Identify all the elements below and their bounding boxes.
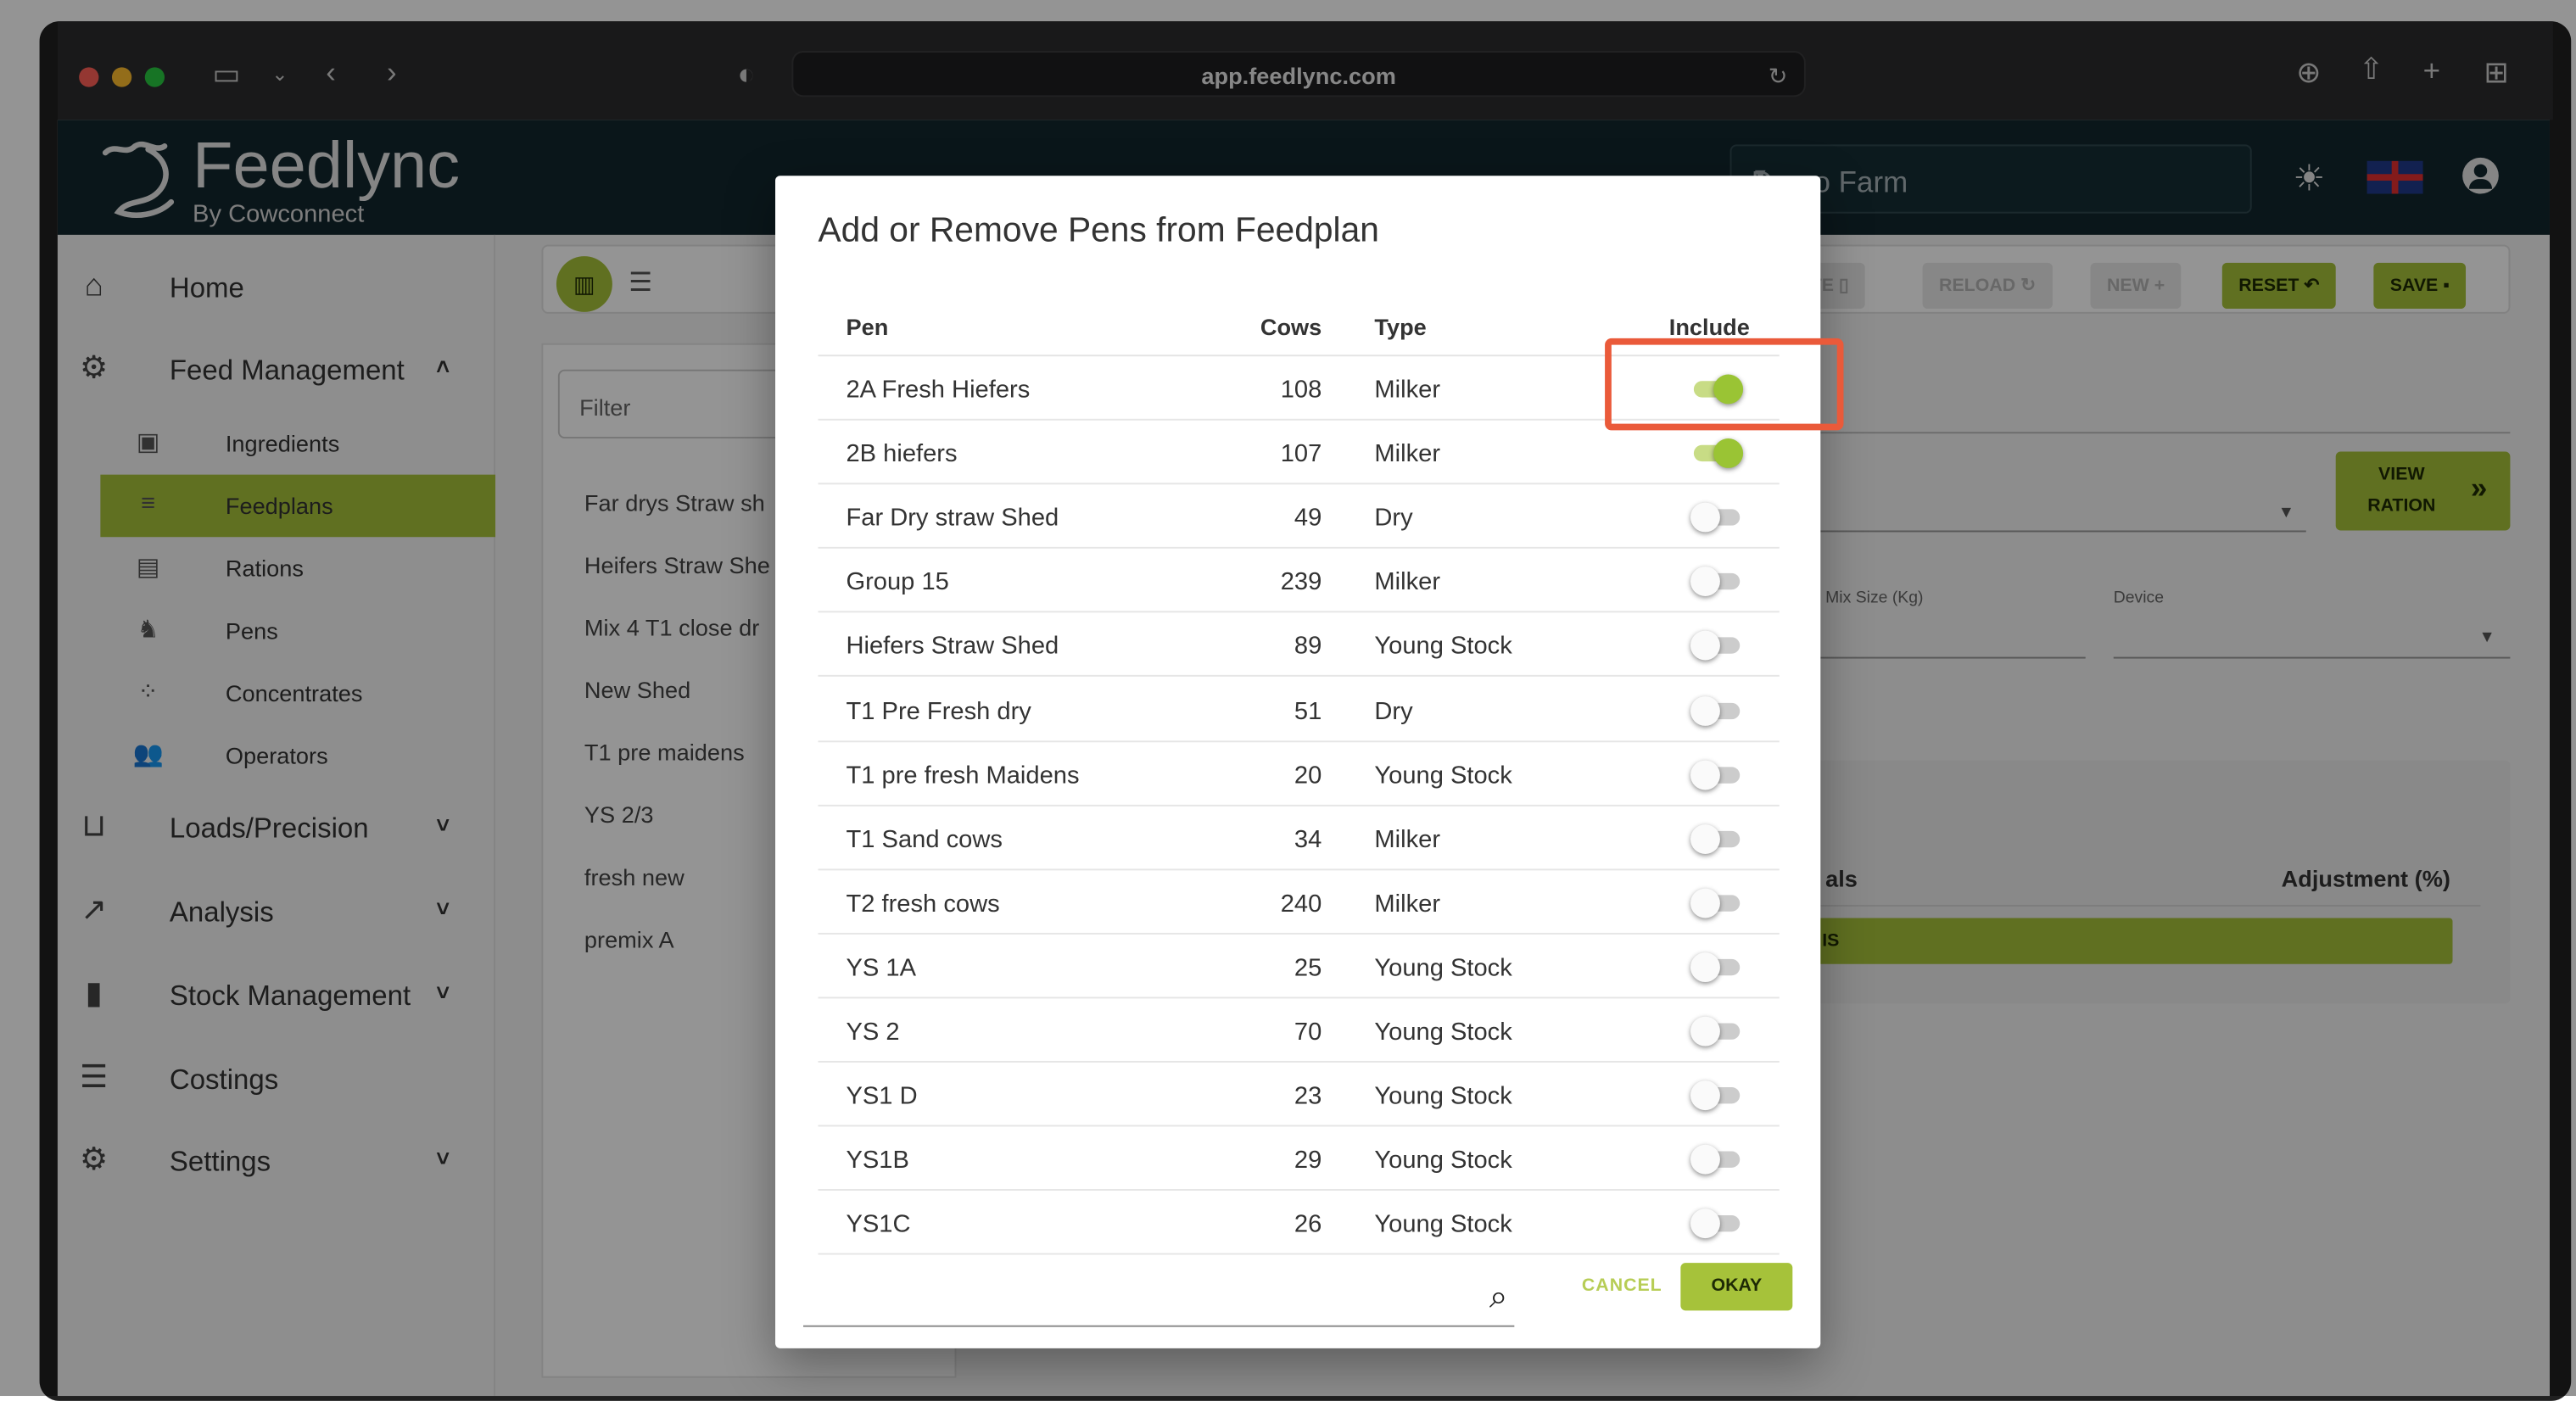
pen-cows: 23 xyxy=(1294,1082,1322,1111)
pen-cows: 49 xyxy=(1294,504,1322,533)
include-toggle[interactable] xyxy=(1690,567,1743,597)
include-toggle[interactable] xyxy=(1690,695,1743,725)
pen-name: T2 fresh cows xyxy=(846,890,1000,918)
column-header-pen: Pen xyxy=(846,313,889,340)
include-toggle[interactable] xyxy=(1690,1208,1743,1239)
toggle-knob xyxy=(1690,759,1720,790)
pen-type: Dry xyxy=(1374,697,1413,725)
pen-type: Milker xyxy=(1374,376,1441,405)
toggle-knob xyxy=(1690,1145,1720,1175)
pen-cows: 240 xyxy=(1280,890,1322,918)
include-toggle[interactable] xyxy=(1690,759,1743,790)
pen-name: YS1C xyxy=(846,1210,911,1239)
pen-name: YS 2 xyxy=(846,1018,900,1047)
table-row: T2 fresh cows 240 Milker xyxy=(818,870,1780,935)
include-toggle[interactable] xyxy=(1690,1080,1743,1111)
pen-cows: 108 xyxy=(1280,376,1322,405)
highlight-box xyxy=(1605,338,1844,431)
table-row: YS1 D 23 Young Stock xyxy=(818,1063,1780,1127)
include-toggle[interactable] xyxy=(1690,631,1743,661)
pen-cows: 25 xyxy=(1294,953,1322,982)
pen-type: Young Stock xyxy=(1374,953,1512,982)
include-toggle[interactable] xyxy=(1690,1016,1743,1047)
pen-type: Young Stock xyxy=(1374,1018,1512,1047)
include-toggle[interactable] xyxy=(1690,823,1743,854)
include-toggle[interactable] xyxy=(1690,438,1744,469)
toggle-knob xyxy=(1690,695,1720,725)
pen-type: Milker xyxy=(1374,440,1441,469)
pen-name: T1 Pre Fresh dry xyxy=(846,697,1031,725)
table-row: Group 15 239 Milker xyxy=(818,549,1780,613)
pen-type: Milker xyxy=(1374,568,1441,597)
cancel-button[interactable]: CANCEL xyxy=(1582,1276,1662,1296)
include-toggle[interactable] xyxy=(1690,502,1743,533)
pen-name: Hiefers Straw Shed xyxy=(846,633,1059,661)
pen-cows: 89 xyxy=(1294,633,1322,661)
pen-name: Far Dry straw Shed xyxy=(846,504,1059,533)
pen-type: Milker xyxy=(1374,825,1441,854)
table-row: Far Dry straw Shed 49 Dry xyxy=(818,485,1780,550)
table-row: YS1C 26 Young Stock xyxy=(818,1192,1780,1256)
pen-name: YS 1A xyxy=(846,953,917,982)
pen-type: Young Stock xyxy=(1374,1147,1512,1175)
pen-cows: 51 xyxy=(1294,697,1322,725)
pen-type: Young Stock xyxy=(1374,633,1512,661)
table-row: YS1B 29 Young Stock xyxy=(818,1127,1780,1192)
okay-button[interactable]: OKAY xyxy=(1680,1263,1793,1311)
toggle-knob xyxy=(1690,1016,1720,1047)
pen-name: 2B hiefers xyxy=(846,440,958,469)
pen-name: 2A Fresh Hiefers xyxy=(846,376,1031,405)
pen-search-input[interactable]: ⌕ xyxy=(803,1259,1515,1327)
table-row: YS 1A 25 Young Stock xyxy=(818,935,1780,999)
pen-name: T1 Sand cows xyxy=(846,825,1003,854)
toggle-knob xyxy=(1713,438,1744,469)
column-header-cows: Cows xyxy=(1260,313,1322,340)
toggle-knob xyxy=(1690,502,1720,533)
toggle-knob xyxy=(1690,567,1720,597)
column-header-include: Include xyxy=(1668,313,1750,340)
pen-name: Group 15 xyxy=(846,568,949,597)
toggle-knob xyxy=(1690,1080,1720,1111)
table-row: T1 pre fresh Maidens 20 Young Stock xyxy=(818,742,1780,807)
pen-type: Young Stock xyxy=(1374,761,1512,790)
pen-cows: 239 xyxy=(1280,568,1322,597)
pen-cows: 26 xyxy=(1294,1210,1322,1239)
toggle-knob xyxy=(1690,952,1720,982)
dialog-title: Add or Remove Pens from Feedplan xyxy=(818,211,1379,250)
table-row: T1 Sand cows 34 Milker xyxy=(818,806,1780,870)
table-row: Hiefers Straw Shed 89 Young Stock xyxy=(818,613,1780,678)
toggle-knob xyxy=(1690,823,1720,854)
pen-cows: 70 xyxy=(1294,1018,1322,1047)
pen-type: Milker xyxy=(1374,890,1441,918)
pen-name: YS1B xyxy=(846,1147,909,1175)
column-header-type: Type xyxy=(1374,313,1427,340)
pen-type: Young Stock xyxy=(1374,1210,1512,1239)
pen-type: Young Stock xyxy=(1374,1082,1512,1111)
pen-type: Dry xyxy=(1374,504,1413,533)
pen-cows: 29 xyxy=(1294,1147,1322,1175)
toggle-knob xyxy=(1690,888,1720,918)
pen-cows: 107 xyxy=(1280,440,1322,469)
include-toggle[interactable] xyxy=(1690,1145,1743,1175)
include-toggle[interactable] xyxy=(1690,952,1743,982)
table-row: YS 2 70 Young Stock xyxy=(818,998,1780,1063)
pen-name: YS1 D xyxy=(846,1082,918,1111)
pen-cows: 34 xyxy=(1294,825,1322,854)
include-toggle[interactable] xyxy=(1690,888,1743,918)
table-row: T1 Pre Fresh dry 51 Dry xyxy=(818,678,1780,742)
pen-name: T1 pre fresh Maidens xyxy=(846,761,1080,790)
pen-cows: 20 xyxy=(1294,761,1322,790)
toggle-knob xyxy=(1690,1208,1720,1239)
search-icon: ⌕ xyxy=(1489,1279,1508,1316)
toggle-knob xyxy=(1690,631,1720,661)
